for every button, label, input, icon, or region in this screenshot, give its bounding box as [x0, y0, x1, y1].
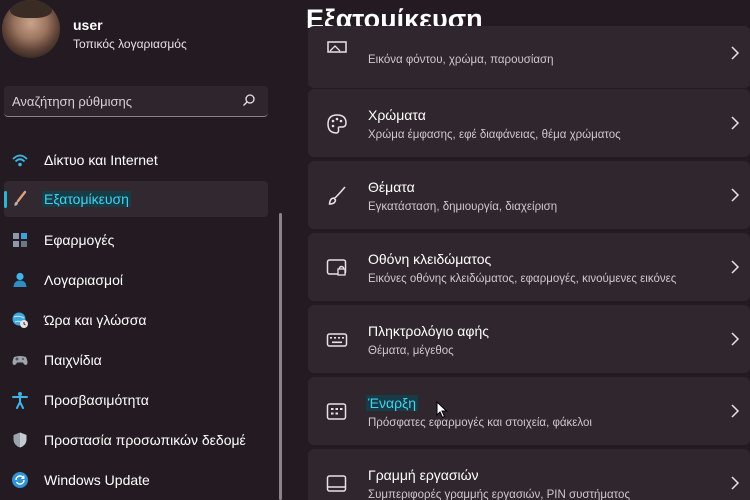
brush-icon [14, 190, 27, 206]
mouse-cursor-icon [436, 401, 448, 419]
chevron-right-icon [731, 188, 740, 202]
sidebar-item-label: Παιχνίδια [44, 352, 102, 368]
card-touch-keyboard[interactable]: Πληκτρολόγιο αφής Θέματα, μέγεθος [308, 305, 750, 373]
sidebar-item-label: Εξατομίκευση [42, 191, 131, 207]
search-icon[interactable] [242, 93, 256, 107]
chevron-right-icon [731, 116, 740, 130]
sidebar-item-label: Ώρα και γλώσσα [44, 312, 147, 328]
taskbar-icon [326, 475, 347, 492]
card-subtitle: Χρώμα έμφασης, εφέ διαφάνειας, θέμα χρώμ… [368, 129, 621, 141]
card-subtitle: Συμπεριφορές γραμμής εργασιών, PIN συστή… [368, 489, 630, 500]
shield-icon [13, 432, 27, 448]
globe-clock-icon [12, 312, 28, 328]
palette-icon [327, 114, 347, 134]
keyboard-icon [326, 333, 348, 347]
sidebar-item-time-language[interactable]: Ώρα και γλώσσα [4, 302, 268, 338]
sidebar-item-label: Δίκτυο και Internet [44, 152, 158, 168]
sidebar-item-gaming[interactable]: Παιχνίδια [4, 342, 268, 378]
card-start[interactable]: Έναρξη Πρόσφατες εφαρμογές και στοιχεία,… [308, 377, 750, 445]
navigation-pane: user Τοπικός λογαριασμός Αναζήτηση ρύθμι… [0, 0, 285, 500]
sidebar-item-label: Λογαριασμοί [44, 272, 124, 288]
gamepad-icon [12, 356, 28, 365]
apps-icon [13, 233, 27, 247]
sidebar-item-personalization[interactable]: Εξατομίκευση [4, 181, 268, 217]
start-icon [326, 403, 347, 420]
search-input[interactable]: Αναζήτηση ρύθμισης [4, 86, 268, 117]
accessibility-icon [12, 392, 28, 409]
sidebar-scrollbar[interactable] [279, 213, 282, 500]
sidebar-item-accounts[interactable]: Λογαριασμοί [4, 262, 268, 298]
selection-indicator [4, 191, 7, 208]
chevron-right-icon [731, 404, 740, 418]
chevron-right-icon [731, 476, 740, 490]
chevron-right-icon [731, 260, 740, 274]
card-title: Χρώματα [368, 107, 426, 123]
sidebar-item-accessibility[interactable]: Προσβασιμότητα [4, 382, 268, 418]
card-subtitle: Εγκατάσταση, δημιουργία, διαχείριση [368, 201, 558, 213]
search-placeholder: Αναζήτηση ρύθμισης [12, 94, 133, 109]
wifi-icon [12, 154, 28, 167]
sidebar-item-network[interactable]: Δίκτυο και Internet [4, 142, 268, 178]
card-title: Θέματα [368, 179, 415, 195]
update-icon [12, 472, 28, 488]
sidebar-item-label: Windows Update [44, 472, 150, 488]
card-themes[interactable]: Θέματα Εγκατάσταση, δημιουργία, διαχείρι… [308, 161, 750, 229]
image-icon [327, 41, 347, 53]
sidebar-item-privacy[interactable]: Προστασία προσωπικών δεδομέ [4, 422, 268, 458]
chevron-right-icon [731, 332, 740, 346]
card-title: Γραμμή εργασιών [368, 467, 479, 483]
card-subtitle: Εικόνα φόντου, χρώμα, παρουσίαση [368, 54, 554, 66]
person-icon [13, 272, 27, 287]
sidebar-item-windows-update[interactable]: Windows Update [4, 462, 268, 498]
sidebar-item-label: Προσβασιμότητα [44, 392, 149, 408]
avatar[interactable] [2, 0, 60, 58]
card-taskbar[interactable]: Γραμμή εργασιών Συμπεριφορές γραμμής εργ… [308, 449, 750, 500]
card-title: Έναρξη [366, 395, 419, 411]
sidebar-item-label: Προστασία προσωπικών δεδομέ [44, 432, 246, 448]
sidebar-item-apps[interactable]: Εφαρμογές [4, 222, 268, 258]
card-subtitle: Θέματα, μέγεθος [368, 345, 454, 357]
chevron-right-icon [731, 46, 740, 60]
card-title: Οθόνη κλειδώματος [368, 251, 492, 267]
card-title: Πληκτρολόγιο αφής [368, 323, 489, 339]
user-name: user [73, 17, 103, 33]
card-subtitle: Πρόσφατες εφαρμογές και στοιχεία, φάκελο… [368, 417, 592, 429]
user-account-type: Τοπικός λογαριασμός [73, 37, 187, 51]
card-subtitle: Εικόνες οθόνης κλειδώματος, εφαρμογές, κ… [368, 273, 677, 285]
brush-icon [328, 186, 346, 205]
lock-screen-icon [326, 259, 347, 276]
card-background[interactable]: Εικόνα φόντου, χρώμα, παρουσίαση [308, 26, 750, 88]
sidebar-item-label: Εφαρμογές [44, 232, 115, 248]
card-lock-screen[interactable]: Οθόνη κλειδώματος Εικόνες οθόνης κλειδώμ… [308, 233, 750, 301]
card-colors[interactable]: Χρώματα Χρώμα έμφασης, εφέ διαφάνειας, θ… [308, 89, 750, 157]
